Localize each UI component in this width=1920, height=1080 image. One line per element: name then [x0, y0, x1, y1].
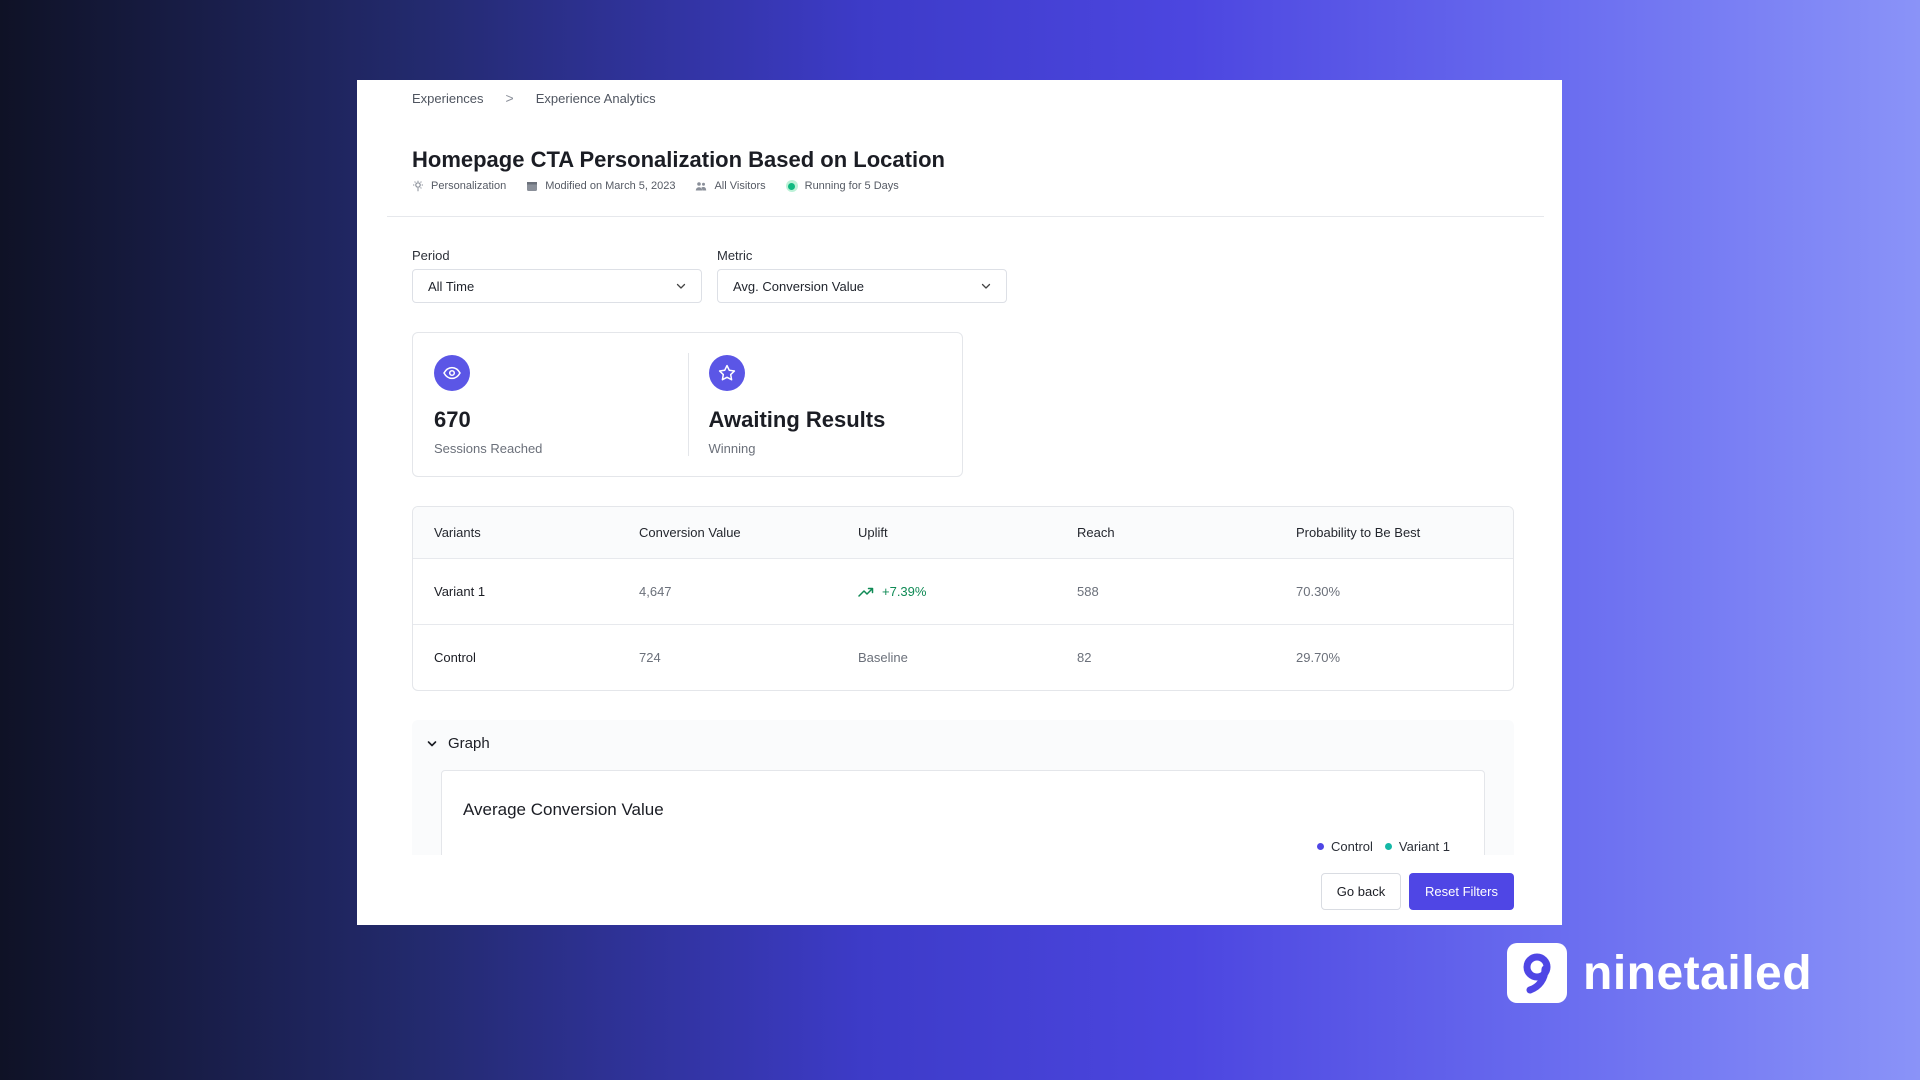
meta-modified: Modified on March 5, 2023 — [526, 180, 675, 192]
star-icon — [708, 355, 745, 391]
legend-item-control[interactable]: Control — [1317, 839, 1373, 854]
stat-card-sessions: 670 Sessions Reached — [413, 333, 688, 476]
meta-type: Personalization — [412, 180, 506, 192]
column-header-variants: Variants — [434, 525, 481, 540]
uplift-positive: +7.39% — [858, 584, 1077, 599]
stat-label: Winning — [708, 441, 756, 456]
column-header-uplift: Uplift — [858, 525, 888, 540]
reset-filters-button[interactable]: Reset Filters — [1409, 873, 1514, 910]
variants-table: Variants Conversion Value Uplift Reach P… — [412, 506, 1514, 691]
eye-icon — [434, 355, 470, 391]
uplift-value: +7.39% — [882, 584, 927, 599]
table-header-row: Variants Conversion Value Uplift Reach P… — [413, 507, 1513, 558]
graph-toggle[interactable]: Graph — [426, 735, 490, 752]
graph-legend: Control Variant 1 — [1317, 839, 1450, 854]
cell-variant: Control — [434, 650, 476, 665]
cell-reach: 588 — [1077, 584, 1099, 599]
stat-card-winning: Awaiting Results Winning — [687, 333, 963, 476]
trending-up-icon — [858, 587, 874, 597]
ninetailed-logo-icon — [1507, 943, 1567, 1003]
period-label: Period — [412, 248, 450, 263]
legend-dot-variant-1 — [1384, 843, 1392, 850]
chevron-down-icon — [981, 283, 991, 289]
cell-conversion-value: 4,647 — [639, 584, 672, 599]
cell-uplift: +7.39% — [858, 584, 1077, 599]
stat-value: Awaiting Results — [708, 407, 886, 432]
cell-conversion-value: 724 — [639, 650, 661, 665]
running-status-icon — [785, 180, 798, 192]
analytics-panel: Experiences > Experience Analytics Homep… — [357, 80, 1562, 925]
legend-dot-control — [1317, 843, 1324, 850]
metric-select[interactable]: Avg. Conversion Value — [717, 269, 1007, 303]
legend-item-variant-1[interactable]: Variant 1 — [1384, 839, 1450, 854]
meta-modified-label: Modified on March 5, 2023 — [545, 180, 676, 192]
metric-label: Metric — [717, 248, 753, 263]
chevron-down-icon — [427, 740, 437, 746]
cell-reach: 82 — [1077, 650, 1092, 665]
table-row: Variant 1 4,647 +7.39% 588 70.30% — [413, 558, 1513, 624]
header-divider — [387, 216, 1544, 217]
brand-logo: ninetailed — [1507, 943, 1812, 1003]
graph-title: Average Conversion Value — [463, 800, 664, 819]
personalization-icon — [413, 180, 423, 192]
breadcrumb-separator: > — [505, 90, 514, 106]
experience-meta: Personalization Modified on March 5, 202… — [412, 180, 899, 192]
page-title: Homepage CTA Personalization Based on Lo… — [412, 147, 945, 172]
action-bar: Go back Reset Filters — [357, 855, 1562, 925]
legend-label: Variant 1 — [1398, 839, 1450, 854]
stat-label: Sessions Reached — [434, 441, 543, 456]
meta-audience-label: All Visitors — [714, 180, 766, 192]
cell-probability: 29.70% — [1296, 650, 1341, 665]
go-back-button[interactable]: Go back — [1321, 873, 1401, 910]
stat-value: 670 — [434, 407, 471, 432]
cell-variant: Variant 1 — [434, 584, 486, 599]
column-header-conversion-value: Conversion Value — [639, 525, 741, 540]
breadcrumb-experience-analytics: Experience Analytics — [535, 90, 656, 106]
calendar-icon — [527, 182, 538, 191]
cell-uplift: Baseline — [858, 650, 908, 665]
meta-status: Running for 5 Days — [785, 180, 899, 192]
users-icon — [696, 182, 707, 191]
graph-toggle-label: Graph — [448, 735, 490, 752]
column-header-reach: Reach — [1077, 525, 1115, 540]
stats-cards: 670 Sessions Reached Awaiting Results Wi… — [412, 332, 963, 477]
meta-status-label: Running for 5 Days — [804, 180, 899, 192]
meta-audience: All Visitors — [695, 180, 766, 192]
cell-probability: 70.30% — [1296, 584, 1341, 599]
breadcrumb-experiences[interactable]: Experiences — [412, 91, 484, 106]
period-select[interactable]: All Time — [412, 269, 702, 303]
column-header-probability: Probability to Be Best — [1296, 525, 1421, 540]
metric-select-value: Avg. Conversion Value — [733, 278, 865, 294]
breadcrumb: Experiences > Experience Analytics — [412, 90, 656, 106]
legend-label: Control — [1331, 839, 1373, 854]
chevron-down-icon — [676, 283, 686, 289]
meta-type-label: Personalization — [431, 180, 507, 192]
period-select-value: All Time — [428, 278, 475, 294]
brand-name: ninetailed — [1583, 946, 1813, 1000]
table-row: Control 724 Baseline 82 29.70% — [413, 624, 1513, 690]
